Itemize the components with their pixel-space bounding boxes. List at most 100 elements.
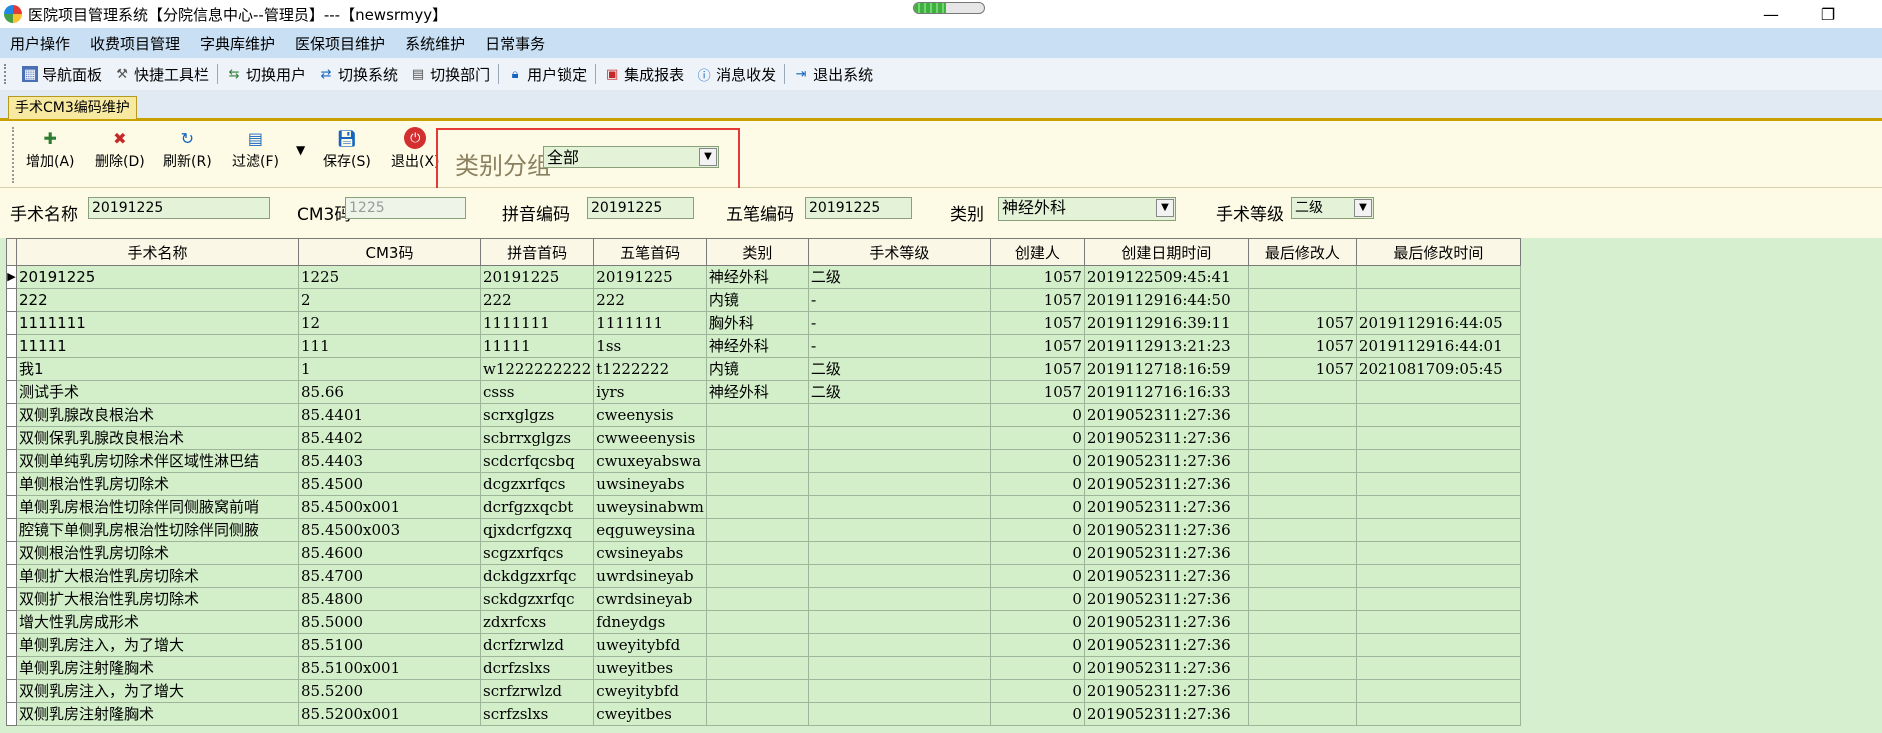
table-cell[interactable]: 2019052311:27:36: [1083, 541, 1249, 565]
table-cell[interactable]: 0: [989, 587, 1085, 611]
table-cell[interactable]: 0: [989, 518, 1085, 542]
table-cell[interactable]: csss: [479, 380, 595, 404]
table-cell[interactable]: [807, 541, 991, 565]
table-cell[interactable]: 内镜: [705, 288, 809, 312]
table-cell[interactable]: scrxglgzs: [479, 403, 595, 427]
table-cell[interactable]: [1247, 702, 1357, 726]
table-cell[interactable]: 1057: [989, 288, 1085, 312]
table-cell[interactable]: [705, 633, 809, 657]
table-cell[interactable]: 2019122509:45:41: [1083, 265, 1249, 289]
table-cell[interactable]: iyrs: [593, 380, 707, 404]
table-cell[interactable]: [705, 449, 809, 473]
table-cell[interactable]: [705, 564, 809, 588]
table-cell[interactable]: 1057: [989, 380, 1085, 404]
table-cell[interactable]: eqguweysina: [593, 518, 707, 542]
table-cell[interactable]: [1247, 426, 1357, 450]
table-cell[interactable]: [1247, 288, 1357, 312]
table-cell[interactable]: cweenysis: [593, 403, 707, 427]
table-cell[interactable]: uweysinabwm: [593, 495, 707, 519]
table-cell[interactable]: 2019052311:27:36: [1083, 610, 1249, 634]
table-cell[interactable]: 85.5000: [298, 610, 481, 634]
toolbar-switch-dept[interactable]: ▤ 切换部门: [404, 64, 496, 85]
table-cell[interactable]: dcgzxrfqcs: [479, 472, 595, 496]
table-cell[interactable]: 单侧根治性乳房切除术: [16, 472, 299, 496]
table-cell[interactable]: 2019052311:27:36: [1083, 633, 1249, 657]
table-cell[interactable]: 1111111: [16, 311, 299, 335]
toolbar-exit-system[interactable]: ⇥ 退出系统: [787, 64, 879, 85]
table-cell[interactable]: 2021081709:05:45: [1355, 357, 1521, 381]
table-cell[interactable]: 双侧保乳乳腺改良根治术: [16, 426, 299, 450]
table-cell[interactable]: 2019112916:44:01: [1355, 334, 1521, 358]
row-selector[interactable]: [6, 587, 17, 611]
toolbar-user-lock[interactable]: 🔒︎ 用户锁定: [501, 64, 593, 85]
table-cell[interactable]: [1247, 587, 1357, 611]
table-cell[interactable]: 2019112716:16:33: [1083, 380, 1249, 404]
table-cell[interactable]: 单侧乳房根治性切除伴同侧腋窝前哨: [16, 495, 299, 519]
row-selector[interactable]: [6, 633, 17, 657]
table-cell[interactable]: [807, 564, 991, 588]
table-cell[interactable]: [705, 518, 809, 542]
table-cell[interactable]: [705, 472, 809, 496]
row-selector[interactable]: [6, 702, 17, 726]
table-cell[interactable]: [1355, 380, 1521, 404]
menu-dictionary[interactable]: 字典库维护: [190, 33, 285, 54]
category-select[interactable]: 神经外科 ▼: [998, 197, 1176, 221]
table-cell[interactable]: 1057: [1247, 311, 1357, 335]
table-cell[interactable]: dckdgzxrfqc: [479, 564, 595, 588]
table-cell[interactable]: [807, 518, 991, 542]
table-cell[interactable]: [1247, 633, 1357, 657]
table-cell[interactable]: -: [807, 334, 991, 358]
toolbar-grip[interactable]: [4, 64, 10, 84]
table-row[interactable]: 双侧乳房注射隆胸术 85.5200x001 scrfzslxs cweyitbes 0 2…: [6, 702, 1521, 726]
table-cell[interactable]: 85.5200: [298, 679, 481, 703]
row-selector[interactable]: [6, 449, 17, 473]
table-cell[interactable]: 12: [298, 311, 481, 335]
table-cell[interactable]: zdxrfcxs: [479, 610, 595, 634]
row-selector[interactable]: [6, 564, 17, 588]
table-cell[interactable]: scdcrfqcsbq: [479, 449, 595, 473]
table-cell[interactable]: [1355, 702, 1521, 726]
table-cell[interactable]: -: [807, 311, 991, 335]
table-cell[interactable]: 20191225: [479, 265, 595, 289]
table-cell[interactable]: cwsineyabs: [593, 541, 707, 565]
table-cell[interactable]: 85.66: [298, 380, 481, 404]
table-cell[interactable]: t1222222: [593, 357, 707, 381]
column-header[interactable]: 手术名称: [16, 238, 299, 266]
table-cell[interactable]: 单侧乳房注射隆胸术: [16, 656, 299, 680]
table-cell[interactable]: 腔镜下单侧乳房根治性切除伴同侧腋: [16, 518, 299, 542]
table-cell[interactable]: [1247, 380, 1357, 404]
table-cell[interactable]: 测试手术: [16, 380, 299, 404]
table-row[interactable]: 222 2 222 222 内镜 -1057 2019112916:44:50: [6, 288, 1521, 312]
table-cell[interactable]: cweyitbes: [593, 702, 707, 726]
table-cell[interactable]: [1247, 656, 1357, 680]
tab-surgery-cm3[interactable]: 手术CM3编码维护: [8, 96, 137, 119]
table-cell[interactable]: 1057: [1247, 357, 1357, 381]
table-cell[interactable]: 胸外科: [705, 311, 809, 335]
table-cell[interactable]: fdneydgs: [593, 610, 707, 634]
table-cell[interactable]: 双侧乳房注射隆胸术: [16, 702, 299, 726]
row-selector[interactable]: [6, 472, 17, 496]
table-cell[interactable]: [807, 587, 991, 611]
table-cell[interactable]: 2019052311:27:36: [1083, 449, 1249, 473]
table-cell[interactable]: [1355, 288, 1521, 312]
table-cell[interactable]: dcrfzslxs: [479, 656, 595, 680]
chevron-down-icon[interactable]: ▼: [699, 148, 717, 166]
row-selector[interactable]: [6, 403, 17, 427]
table-cell[interactable]: 2019052311:27:36: [1083, 587, 1249, 611]
table-cell[interactable]: [705, 656, 809, 680]
maximize-button[interactable]: ❐: [1805, 0, 1851, 28]
table-cell[interactable]: 0: [989, 449, 1085, 473]
table-cell[interactable]: 1225: [298, 265, 481, 289]
table-cell[interactable]: [1355, 564, 1521, 588]
table-cell[interactable]: 2019052311:27:36: [1083, 564, 1249, 588]
table-cell[interactable]: [1247, 610, 1357, 634]
column-header[interactable]: 创建日期时间: [1083, 238, 1249, 266]
column-header[interactable]: 创建人: [989, 238, 1085, 266]
column-header[interactable]: 类别: [705, 238, 809, 266]
toolbar-message[interactable]: ⓘ 消息收发: [690, 64, 782, 85]
table-cell[interactable]: 0: [989, 541, 1085, 565]
table-cell[interactable]: 1057: [989, 265, 1085, 289]
table-cell[interactable]: sckdgzxrfqc: [479, 587, 595, 611]
table-cell[interactable]: 1057: [989, 357, 1085, 381]
row-selector[interactable]: [6, 495, 17, 519]
